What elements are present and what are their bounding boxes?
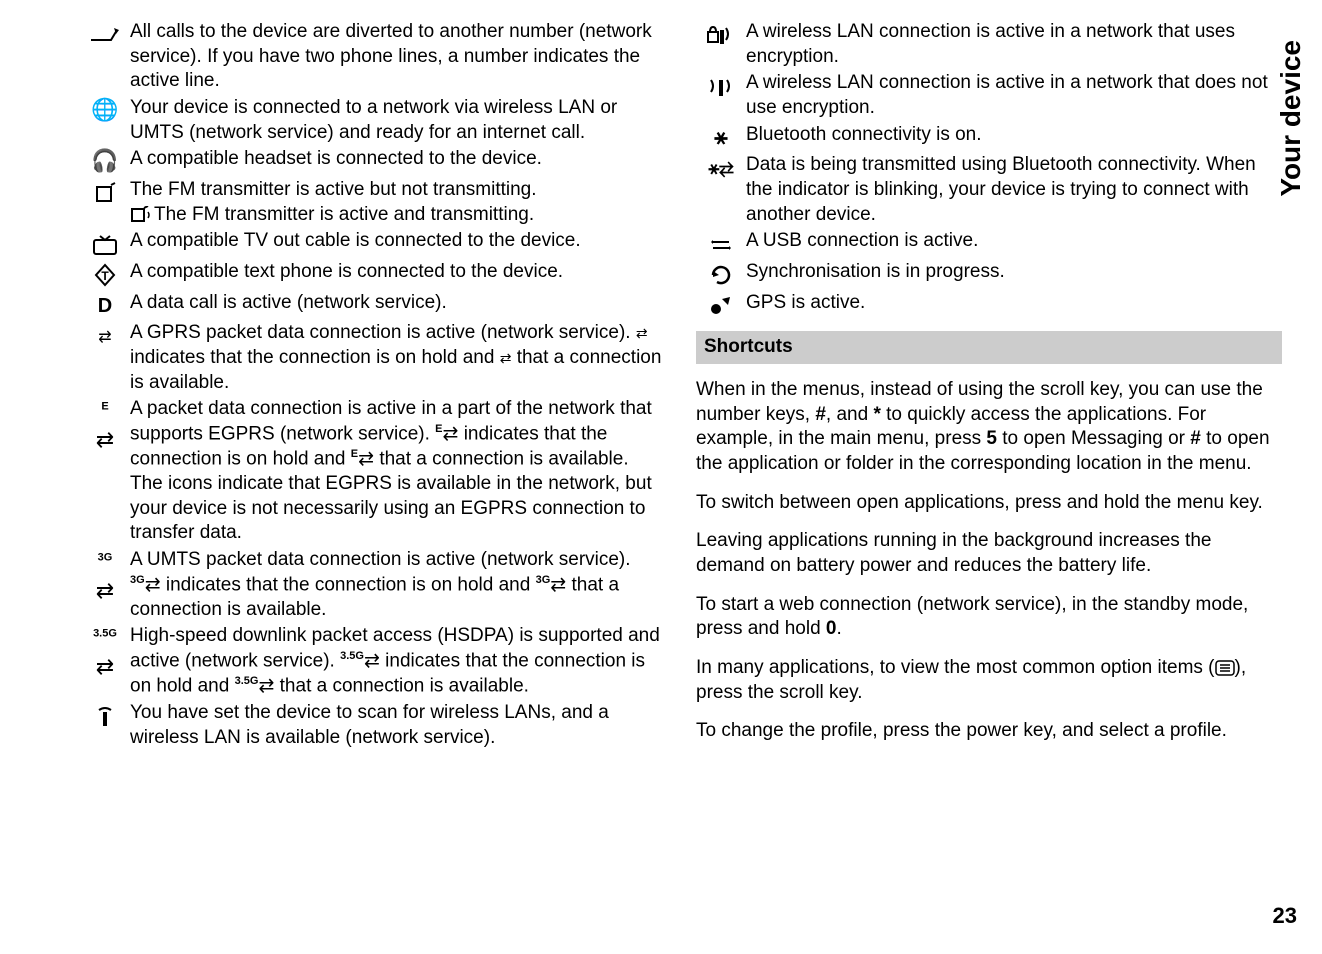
shortcuts-para-3: Leaving applications running in the back… xyxy=(696,529,1282,578)
svg-text:T: T xyxy=(101,269,109,283)
bluetooth-data-icon: ⚹⇄ xyxy=(696,153,746,227)
bt-data-text: Data is being transmitted using Bluetoot… xyxy=(746,153,1282,227)
wlan-noenc-icon xyxy=(696,71,746,120)
wlan-scan-icon xyxy=(80,701,130,750)
divert-text: All calls to the device are diverted to … xyxy=(130,20,666,94)
data-icon: D xyxy=(80,291,130,320)
textphone-icon: T xyxy=(80,260,130,289)
fm-text: The FM transmitter is active but not tra… xyxy=(130,178,666,227)
globe-text: Your device is connected to a network vi… xyxy=(130,96,666,145)
textphone-text: A compatible text phone is connected to … xyxy=(130,260,666,289)
shortcuts-para-4: To start a web connection (network servi… xyxy=(696,593,1282,642)
umts-text: A UMTS packet data connection is active … xyxy=(130,548,666,622)
data-text: A data call is active (network service). xyxy=(130,291,666,320)
usb-text: A USB connection is active. xyxy=(746,229,1282,258)
wlan-noenc-text: A wireless LAN connection is active in a… xyxy=(746,71,1282,120)
gps-text: GPS is active. xyxy=(746,291,1282,320)
usb-icon xyxy=(696,229,746,258)
hsdpa-text: High-speed downlink packet access (HSDPA… xyxy=(130,624,666,699)
gps-icon xyxy=(696,291,746,320)
globe-icon: 🌐 xyxy=(80,96,130,145)
sidebar-title: Your device xyxy=(1275,40,1307,197)
shortcuts-heading: Shortcuts xyxy=(696,331,1282,364)
headset-icon: 🎧 xyxy=(80,147,130,176)
tv-icon xyxy=(80,229,130,258)
shortcuts-para-2: To switch between open applications, pre… xyxy=(696,491,1282,516)
egprs-text: A packet data connection is active in a … xyxy=(130,397,666,546)
shortcuts-para-1: When in the menus, instead of using the … xyxy=(696,378,1282,477)
sync-icon xyxy=(696,260,746,289)
shortcuts-para-5: In many applications, to view the most c… xyxy=(696,656,1282,705)
egprs-icon: E⇄ xyxy=(80,397,130,546)
shortcuts-para-6: To change the profile, press the power k… xyxy=(696,719,1282,744)
headset-text: A compatible headset is connected to the… xyxy=(130,147,666,176)
wlan-text: You have set the device to scan for wire… xyxy=(130,701,666,750)
bt-text: Bluetooth connectivity is on. xyxy=(746,123,1282,152)
sync-text: Synchronisation is in progress. xyxy=(746,260,1282,289)
fm-icon xyxy=(80,178,130,227)
wlan-enc-text: A wireless LAN connection is active in a… xyxy=(746,20,1282,69)
wlan-enc-icon xyxy=(696,20,746,69)
divert-icon xyxy=(80,20,130,94)
gprs-icon: ⇄ xyxy=(80,321,130,395)
bluetooth-icon: ⚹ xyxy=(696,123,746,152)
umts-icon: 3G⇄ xyxy=(80,548,130,622)
page-number: 23 xyxy=(1273,903,1297,929)
gprs-text: A GPRS packet data connection is active … xyxy=(130,321,666,395)
tv-text: A compatible TV out cable is connected t… xyxy=(130,229,666,258)
hsdpa-icon: 3.5G⇄ xyxy=(80,624,130,699)
